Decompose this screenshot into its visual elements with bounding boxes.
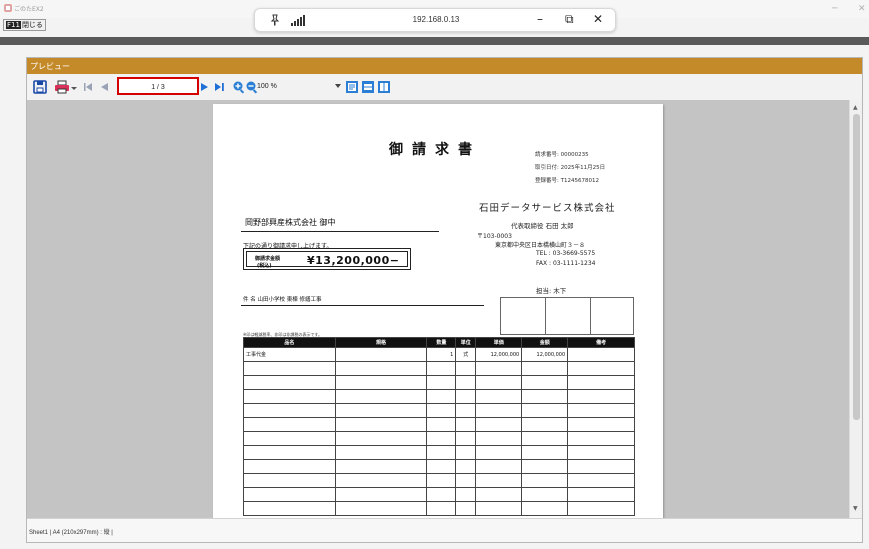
f11-close-label: 閉じる xyxy=(21,21,43,29)
stamp-divider xyxy=(545,298,546,334)
table-header-row: 品名 規格 数量 単位 単価 金額 備考 xyxy=(243,337,635,348)
header-unit: 単位 xyxy=(455,337,477,348)
print-dropdown-icon[interactable] xyxy=(71,79,77,95)
save-icon[interactable] xyxy=(33,79,47,95)
preview-header: プレビュー xyxy=(27,58,862,74)
print-icon[interactable] xyxy=(54,79,70,95)
cell-spec xyxy=(334,347,428,362)
total-label: 御請求金額 xyxy=(255,256,281,262)
subject-underline xyxy=(241,305,484,306)
previous-page-icon[interactable] xyxy=(99,79,109,95)
status-bar: Sheet1 | A4 (210x297mm) : 縦 | xyxy=(27,518,862,542)
customer-underline xyxy=(241,231,439,232)
table-row xyxy=(243,501,635,516)
cell-amount: 12,000,000 xyxy=(521,347,569,362)
app-header-band xyxy=(0,37,869,45)
f11-key-label: F11 xyxy=(6,21,21,29)
person-in-charge: 担当: 木下 xyxy=(536,287,567,295)
table-row xyxy=(243,459,635,474)
header-amount: 金額 xyxy=(521,337,569,348)
app-title: ごのたEX2 xyxy=(14,6,44,13)
header-item-name: 品名 xyxy=(243,337,336,348)
window-minimize-button[interactable]: ─ xyxy=(832,4,837,14)
table-row xyxy=(243,361,635,376)
preview-canvas: 御請求書 請求番号: 00000235 取引日付: 2025年11月25日 登録… xyxy=(27,100,849,518)
header-remarks: 備考 xyxy=(567,337,635,348)
preview-toolbar: 100 % xyxy=(27,74,862,100)
total-amount-box: 御請求金額 (税込) ¥13,200,000− xyxy=(243,248,411,270)
cell-quantity: 1 xyxy=(426,347,457,362)
scroll-up-icon[interactable]: ▲ xyxy=(853,104,858,111)
registration-number: 登録番号: T1245678012 xyxy=(535,178,599,184)
transaction-date: 取引日付: 2025年11月25日 xyxy=(535,165,606,171)
zoom-value: 100 % xyxy=(257,83,277,90)
representative: 代表取締役 石田 太郎 xyxy=(511,222,574,230)
desktop: ごのたEX2 ─ ✕ F11 閉じる 192.168.0.13 – ⧉ ✕ プレビ… xyxy=(0,0,869,549)
total-amount: ¥13,200,000− xyxy=(307,254,400,267)
scroll-down-icon[interactable]: ▼ xyxy=(853,505,858,512)
total-amount-inner: 御請求金額 (税込) ¥13,200,000− xyxy=(246,251,408,269)
table-row xyxy=(243,375,635,390)
fit-width-icon[interactable] xyxy=(361,79,375,95)
zoom-select[interactable]: 100 % xyxy=(257,80,347,94)
page-number-box xyxy=(117,77,199,95)
table-row xyxy=(243,403,635,418)
page-number-input[interactable] xyxy=(122,82,194,92)
remote-connection-bar: 192.168.0.13 – ⧉ ✕ xyxy=(254,8,616,32)
fit-page-icon[interactable] xyxy=(345,79,359,95)
invoice-number: 請求番号: 00000235 xyxy=(535,152,589,158)
table-row xyxy=(243,445,635,460)
next-page-icon[interactable] xyxy=(200,79,210,95)
remote-close-button[interactable]: ✕ xyxy=(593,12,603,26)
table-row xyxy=(243,473,635,488)
issuer-tel: TEL : 03-3669-5575 xyxy=(536,250,596,257)
invoice-page: 御請求書 請求番号: 00000235 取引日付: 2025年11月25日 登録… xyxy=(213,104,663,518)
header-quantity: 数量 xyxy=(426,337,457,348)
cell-unit-price: 12,000,000 xyxy=(475,347,523,362)
cell-unit: 式 xyxy=(455,347,477,362)
remote-minimize-button[interactable]: – xyxy=(537,12,543,26)
subject: 件 名 山田小学校 東棟 修繕工事 xyxy=(243,297,322,303)
table-row xyxy=(243,431,635,446)
invoice-title: 御請求書 xyxy=(389,142,481,158)
header-spec: 規格 xyxy=(334,337,428,348)
issuer-fax: FAX : 03-1111-1234 xyxy=(536,260,596,267)
status-text: Sheet1 | A4 (210x297mm) : 縦 | xyxy=(29,530,113,536)
cell-remarks xyxy=(567,347,635,362)
stamp-divider xyxy=(590,298,591,334)
table-row: 工事代金 1 式 12,000,000 12,000,000 xyxy=(243,347,635,362)
vertical-scrollbar[interactable]: ▲ ▼ xyxy=(849,100,862,518)
f11-close-button[interactable]: F11 閉じる xyxy=(3,19,46,31)
remote-restore-button[interactable]: ⧉ xyxy=(565,12,574,27)
remote-host-address: 192.168.0.13 xyxy=(412,15,460,24)
first-page-icon[interactable] xyxy=(83,79,93,95)
header-unit-price: 単価 xyxy=(475,337,523,348)
last-page-icon[interactable] xyxy=(214,79,226,95)
preview-title: プレビュー xyxy=(30,62,70,71)
zoom-in-icon[interactable] xyxy=(232,79,246,95)
window-close-button[interactable]: ✕ xyxy=(858,4,866,14)
table-row xyxy=(243,389,635,404)
table-row xyxy=(243,487,635,502)
table-row xyxy=(243,417,635,432)
stamp-boxes xyxy=(500,297,634,335)
two-pages-icon[interactable] xyxy=(377,79,391,95)
cell-item-name: 工事代金 xyxy=(243,347,336,362)
tax-included-label: (税込) xyxy=(257,263,272,269)
preview-window: プレビュー 1 / 3 100 % 御請求書 請求番号: 00000235 取引… xyxy=(26,57,863,543)
zoom-dropdown-icon[interactable] xyxy=(335,84,341,88)
issuer-address: 東京都中央区日本橋横山町３－８ xyxy=(495,242,586,249)
app-logo-icon xyxy=(4,4,12,12)
customer-name: 岡野部興産株式会社 御中 xyxy=(245,218,336,227)
scroll-thumb[interactable] xyxy=(853,114,860,420)
postal-code: 〒103-0003 xyxy=(477,233,512,240)
invoice-items-table: 品名 規格 数量 単位 単価 金額 備考 工事代金 1 式 12,000,000… xyxy=(243,337,635,516)
issuer-name: 石田データサービス株式会社 xyxy=(479,203,616,214)
